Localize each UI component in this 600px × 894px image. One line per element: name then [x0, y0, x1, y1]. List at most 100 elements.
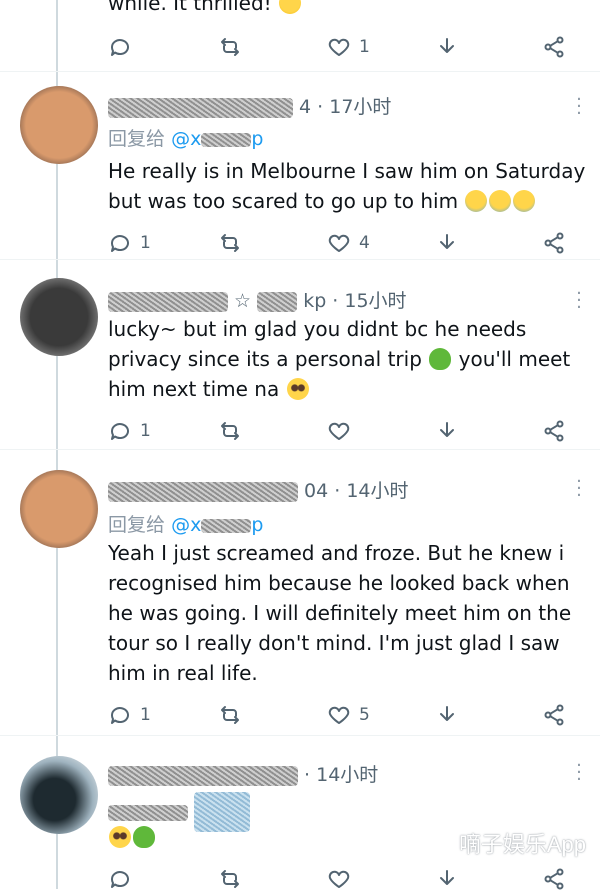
avatar[interactable]	[20, 756, 98, 834]
retweet-icon	[221, 38, 239, 56]
retweet-icon	[221, 706, 239, 724]
loudly-crying-face-emoji	[489, 190, 512, 212]
green-heart-emoji	[429, 348, 452, 370]
reply-count: 1	[140, 705, 151, 725]
share-icon	[544, 420, 564, 442]
reply-tweet[interactable]: ☆ kp · 15小时 · · · lucky~ but im glad you d…	[0, 260, 600, 450]
download-button[interactable]	[435, 864, 459, 894]
reply-tweet[interactable]: 04 · 14小时 · · · 回复给 @x p Yeah I just scream…	[0, 450, 600, 736]
green-heart-emoji	[133, 826, 155, 848]
avatar[interactable]	[20, 86, 98, 164]
tweet-time: kp · 15小时	[303, 290, 407, 312]
like-count: 1	[359, 37, 370, 57]
more-options-icon[interactable]: · · ·	[576, 757, 582, 789]
download-arrow-icon	[440, 38, 454, 53]
reply-count: 1	[140, 233, 151, 253]
heart-icon	[328, 706, 350, 724]
heart-icon	[328, 870, 350, 888]
like-button[interactable]	[327, 416, 351, 446]
retweet-button[interactable]	[218, 32, 242, 62]
tweet-header: 04 · 14小时	[108, 476, 560, 502]
reply-count: 1	[140, 421, 151, 441]
download-arrow-icon	[440, 422, 454, 437]
tweet-actions	[0, 864, 600, 894]
tweet-actions: 1	[0, 416, 600, 446]
download-button[interactable]	[435, 416, 459, 446]
download-button[interactable]	[435, 700, 459, 730]
heart-icon	[328, 422, 350, 440]
tweet-time: · 14小时	[304, 764, 379, 786]
reply-button[interactable]	[108, 32, 132, 62]
reply-button[interactable]: 1	[108, 700, 151, 730]
reply-tweet[interactable]: 4 · 17小时 · · · 回复给 @x p He really is in Mel…	[0, 72, 600, 260]
like-button[interactable]	[327, 864, 351, 894]
redacted-username	[108, 481, 298, 502]
more-options-icon[interactable]: · · ·	[576, 473, 582, 505]
reply-button[interactable]: 1	[108, 228, 151, 258]
replying-handle-link[interactable]: @x p	[171, 514, 263, 536]
download-button[interactable]	[435, 32, 459, 62]
reply-icon	[110, 871, 129, 888]
tweet-fragment-top: while. It thrilled! 1	[0, 0, 600, 72]
tweet-header: · 14小时	[108, 760, 560, 786]
tweet-header: 4 · 17小时	[108, 92, 560, 118]
share-icon	[544, 704, 564, 726]
share-button[interactable]	[542, 416, 566, 446]
more-options-icon[interactable]: · · ·	[576, 285, 582, 317]
retweet-button[interactable]	[218, 700, 242, 730]
loudly-crying-face-emoji	[465, 190, 488, 212]
retweet-button[interactable]	[218, 416, 242, 446]
like-button[interactable]: 1	[327, 32, 370, 62]
share-button[interactable]	[542, 864, 566, 894]
redacted-username	[108, 291, 228, 312]
tweet-time: 4 · 17小时	[299, 96, 392, 118]
tweet-text: Yeah I just screamed and froze. But he k…	[108, 541, 572, 685]
redacted-username	[108, 97, 293, 118]
retweet-button[interactable]	[218, 228, 242, 258]
watermark: 嘀子娱乐App	[458, 832, 586, 857]
download-arrow-icon	[440, 234, 454, 249]
retweet-icon	[221, 234, 239, 252]
tweet-actions: 1 5	[0, 700, 600, 730]
download-button[interactable]	[435, 228, 459, 258]
more-options-icon[interactable]: · · ·	[576, 91, 582, 123]
download-arrow-icon	[440, 870, 454, 885]
replying-handle-link[interactable]: @x p	[171, 128, 263, 150]
tweet-header: ☆ kp · 15小时	[108, 286, 560, 312]
avatar[interactable]	[20, 470, 98, 548]
pleading-face-emoji	[286, 378, 309, 400]
star-icon: ☆	[234, 290, 252, 312]
share-button[interactable]	[542, 228, 566, 258]
share-button[interactable]	[542, 700, 566, 730]
grinning-face-with-tongue-emoji	[279, 0, 302, 14]
heart-icon	[328, 234, 350, 252]
pleading-face-emoji	[109, 826, 131, 848]
tweet-text: lucky~ but im glad you didnt bc he needs…	[108, 317, 571, 401]
download-arrow-icon	[440, 706, 454, 721]
replying-to: 回复给 @x p	[108, 514, 264, 536]
retweet-icon	[221, 422, 239, 440]
tweet-text: He really is in Melbourne I saw him on S…	[108, 159, 586, 213]
share-icon	[544, 36, 564, 58]
share-button[interactable]	[542, 32, 566, 62]
share-icon	[544, 232, 564, 254]
like-button[interactable]: 4	[327, 228, 370, 258]
reply-icon	[110, 235, 129, 252]
share-icon	[544, 868, 564, 890]
reply-icon	[110, 39, 129, 56]
tweet-actions: 1	[0, 32, 600, 62]
heart-icon	[328, 38, 350, 56]
reply-button[interactable]: 1	[108, 416, 151, 446]
retweet-icon	[221, 870, 239, 888]
replying-to: 回复给 @x p	[108, 128, 264, 150]
reply-button[interactable]	[108, 864, 132, 894]
like-count: 5	[359, 705, 370, 725]
retweet-button[interactable]	[218, 864, 242, 894]
reply-icon	[110, 423, 129, 440]
reply-tweet[interactable]: · 14小时 · · ·	[0, 736, 600, 890]
tweet-time: 04 · 14小时	[304, 480, 409, 502]
avatar[interactable]	[20, 278, 98, 356]
tweet-text: while. It thrilled!	[108, 0, 588, 18]
redacted-username	[108, 765, 298, 786]
like-button[interactable]: 5	[327, 700, 370, 730]
